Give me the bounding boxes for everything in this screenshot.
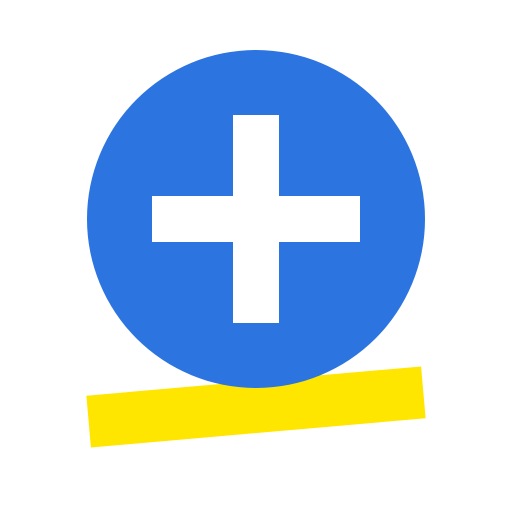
add-plus-icon[interactable] [87,50,425,388]
plus-horizontal-stroke [152,196,360,242]
app-icon-canvas [0,0,512,512]
